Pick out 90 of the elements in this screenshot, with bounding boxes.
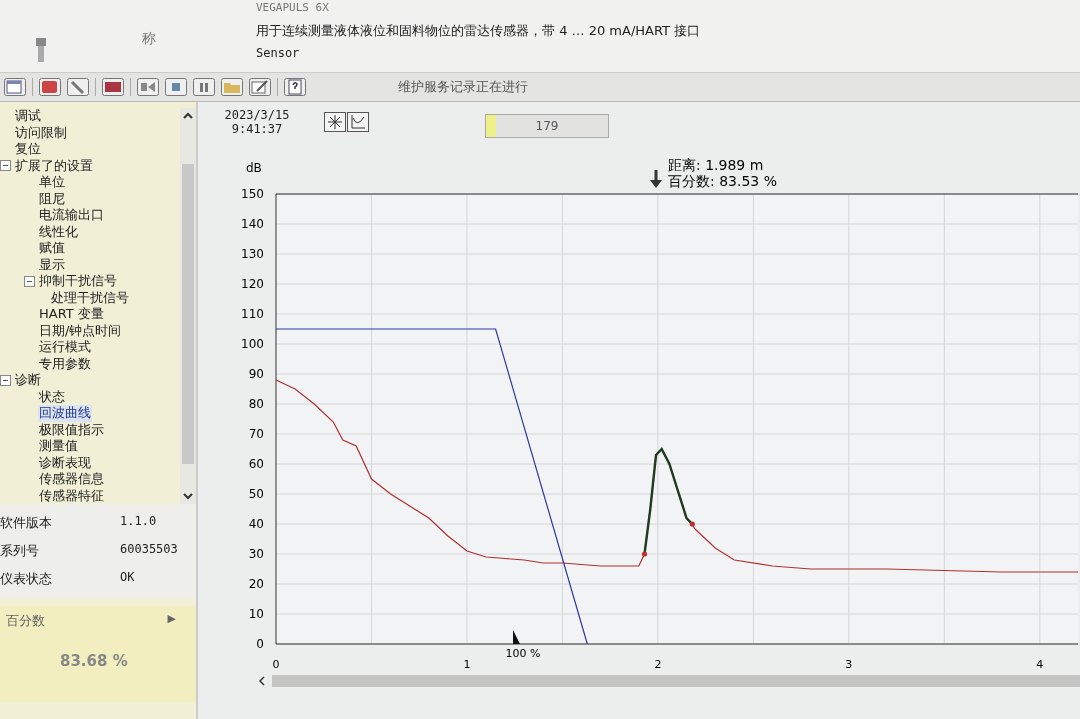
- status-text: 维护服务记录正在进行: [398, 78, 528, 96]
- pointer-label: 100 %: [505, 647, 541, 660]
- device-model: VEGAPULS 6X: [256, 1, 330, 14]
- curve-button[interactable]: [347, 112, 369, 132]
- tree-item[interactable]: 回波曲线: [38, 405, 92, 422]
- y-tick-label: 150: [241, 187, 264, 201]
- echo-reading: 百分数: 83.53 %: [668, 173, 777, 189]
- y-tick-label: 90: [248, 367, 264, 381]
- echo-point: [641, 551, 648, 557]
- window-icon[interactable]: [4, 78, 26, 96]
- pause-icon[interactable]: [193, 78, 215, 96]
- info-label: 系列号: [0, 542, 40, 560]
- collapse-toggle[interactable]: [24, 275, 35, 287]
- edit-icon[interactable]: [249, 78, 271, 96]
- y-tick-label: 10: [248, 607, 264, 621]
- panel-title: 百分数: [6, 612, 45, 630]
- y-tick-label: 0: [256, 637, 264, 651]
- x-tick-label: 1: [463, 658, 471, 671]
- tree-item[interactable]: 电流输出口: [38, 207, 105, 224]
- info-label: 软件版本: [0, 514, 53, 532]
- expand-arrow[interactable]: ▶: [167, 612, 176, 630]
- tree-item[interactable]: 处理干扰信号: [50, 289, 130, 306]
- tree-item[interactable]: HART 变量: [38, 306, 105, 323]
- y-tick-label: 40: [248, 517, 264, 531]
- date-text: 2023/3/15: [224, 108, 290, 122]
- pointer-icon: [513, 630, 520, 644]
- down-arrow-icon: [650, 170, 662, 188]
- tree-item[interactable]: 抑制干扰信号: [38, 273, 118, 290]
- echo-reading: 距离: 1.989 m: [668, 157, 764, 173]
- y-tick-label: 130: [241, 247, 264, 261]
- y-tick-label: 50: [248, 487, 264, 501]
- time-text: 9:41:37: [231, 122, 283, 136]
- y-tick-label: 70: [248, 427, 264, 441]
- tree-item[interactable]: 访问限制: [14, 124, 68, 141]
- tree-item[interactable]: 传感器信息: [38, 471, 105, 488]
- y-axis-label: dB: [246, 161, 262, 175]
- help-icon[interactable]: [284, 78, 306, 96]
- up-caret-icon[interactable]: [183, 111, 193, 121]
- tree-item[interactable]: 诊断表现: [38, 454, 92, 471]
- vertical-scrollbar[interactable]: [180, 108, 196, 504]
- stop-icon[interactable]: [165, 78, 187, 96]
- display-icon[interactable]: [102, 78, 124, 96]
- info-value: 60035503: [120, 542, 179, 558]
- info-value: 1.1.0: [120, 514, 158, 530]
- y-tick-label: 110: [241, 307, 264, 321]
- y-tick-label: 100: [241, 337, 264, 351]
- tree-item[interactable]: 极限值指示: [38, 421, 105, 438]
- collapse-toggle[interactable]: [0, 374, 11, 386]
- x-tick-label: 4: [1036, 658, 1044, 671]
- tree-item[interactable]: 线性化: [38, 223, 79, 240]
- tree-item[interactable]: 赋值: [38, 240, 66, 257]
- collapse-toggle[interactable]: [0, 160, 11, 172]
- tree-item[interactable]: 日期/钟点时间: [38, 322, 123, 339]
- tree-item[interactable]: 运行模式: [38, 339, 92, 356]
- x-tick-label: 3: [845, 658, 853, 671]
- tree-item[interactable]: 复位: [14, 141, 42, 158]
- tree-item[interactable]: 传感器特征: [38, 487, 105, 504]
- device-description: 用于连续测量液体液位和固料物位的雷达传感器，带 4 … 20 mA/HART 接口: [256, 22, 701, 40]
- snowflake-button[interactable]: [324, 112, 346, 132]
- info-value: OK: [120, 570, 136, 586]
- x-tick-label: 0: [272, 658, 280, 671]
- field-label: 称: [142, 30, 156, 48]
- wrench-icon[interactable]: [67, 78, 89, 96]
- device-type: Sensor: [256, 46, 301, 60]
- y-tick-label: 140: [241, 217, 264, 231]
- x-tick-label: 2: [654, 658, 662, 671]
- tree-item[interactable]: 显示: [38, 256, 66, 273]
- percent-value: 83.68 %: [60, 652, 129, 670]
- tree-item[interactable]: 扩展了的设置: [14, 157, 94, 174]
- tree-item[interactable]: 调试: [14, 108, 42, 125]
- tree-item[interactable]: 诊断: [14, 372, 42, 389]
- tree-item[interactable]: 阻尼: [38, 190, 66, 207]
- y-tick-label: 60: [248, 457, 264, 471]
- horizontal-scrollbar[interactable]: [272, 675, 1080, 687]
- y-tick-label: 80: [248, 397, 264, 411]
- tree-item[interactable]: 测量值: [38, 438, 79, 455]
- echo-point: [689, 521, 695, 527]
- folder-icon[interactable]: [221, 78, 243, 96]
- tree-item[interactable]: 单位: [38, 174, 66, 191]
- info-label: 仪表状态: [0, 570, 53, 588]
- skip-back-icon[interactable]: [137, 78, 159, 96]
- y-tick-label: 20: [248, 577, 264, 591]
- tree-item[interactable]: 状态: [38, 388, 66, 405]
- y-tick-label: 120: [241, 277, 264, 291]
- y-tick-label: 30: [248, 547, 264, 561]
- left-caret-icon[interactable]: [258, 676, 266, 686]
- tree-item[interactable]: 专用参数: [38, 355, 92, 372]
- pdf-icon[interactable]: [39, 78, 61, 96]
- down-caret-icon[interactable]: [183, 491, 193, 501]
- signal-field: 179: [485, 114, 609, 138]
